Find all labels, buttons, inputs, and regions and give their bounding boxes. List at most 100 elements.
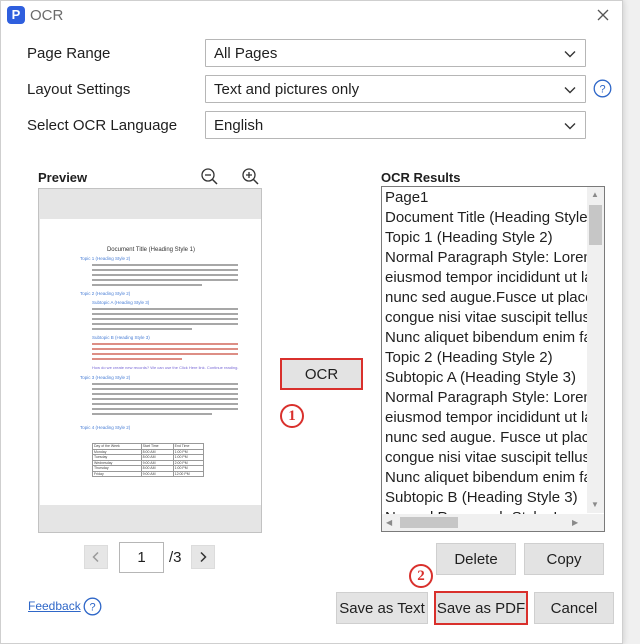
save-as-text-button[interactable]: Save as Text	[336, 592, 428, 624]
table-cell: 9:00 AM	[140, 470, 174, 477]
preview-text-line	[92, 388, 238, 390]
preview-text-line	[92, 393, 238, 395]
copy-button[interactable]: Copy	[524, 543, 604, 575]
preview-heading: Subtopic B (Heading Style 3)	[92, 335, 150, 340]
preview-heading: Subtopic A (Heading Style 3)	[92, 300, 150, 305]
preview-text-line	[92, 284, 202, 286]
preview-text-line	[92, 403, 238, 405]
ocr-result-line: Page1	[385, 189, 429, 206]
zoom-out-icon[interactable]	[200, 167, 219, 186]
window-title: OCR	[30, 7, 64, 24]
preview-schedule-table: Day of the Week Start Time End Time Mond…	[92, 443, 205, 477]
preview-link-line: How do we create new records? We can use…	[92, 365, 239, 370]
title-bar: P OCR	[1, 1, 622, 31]
preview-text-line	[92, 279, 238, 281]
close-button[interactable]	[592, 4, 614, 26]
previous-page-button[interactable]	[84, 545, 108, 569]
ocr-result-line: Nunc aliquet bibendum enim facilisis	[385, 329, 590, 346]
scroll-left-icon[interactable]: ◀	[386, 518, 392, 528]
close-icon	[597, 9, 609, 21]
scroll-corner	[587, 514, 604, 531]
page-range-select[interactable]: All Pages	[205, 39, 586, 67]
horizontal-scroll-thumb[interactable]	[400, 517, 458, 528]
preview-title: Preview	[38, 170, 88, 185]
preview-heading: Topic 4 (Heading Style 2)	[80, 425, 131, 430]
ocr-result-line: Normal Paragraph Style: Lorem ipsum	[385, 249, 590, 266]
ocr-result-line: Nunc aliquet bibendum enim facilisis	[385, 469, 590, 486]
ocr-results-content: Page1 Document Title (Heading Style 1) Top…	[385, 188, 590, 528]
preview-text-line	[92, 328, 192, 330]
step-2-marker: 2	[409, 564, 433, 588]
vertical-scroll-thumb[interactable]	[589, 205, 602, 245]
chevron-right-icon	[200, 551, 207, 563]
table-row: Wednesday 9:00 AM 2:00 PM	[92, 459, 205, 466]
app-logo-icon: P	[7, 6, 25, 24]
layout-settings-label: Layout Settings	[27, 80, 131, 98]
table-row: Friday 9:00 AM 12:00 PM	[92, 470, 205, 477]
ocr-result-line: Normal Paragraph Style: Lorem ipsum	[385, 389, 590, 406]
ocr-result-line: Topic 2 (Heading Style 2)	[385, 349, 553, 366]
preview-text-line	[92, 413, 212, 415]
feedback-link[interactable]: Feedback	[28, 599, 81, 613]
ocr-language-label: Select OCR Language	[27, 116, 178, 134]
background-window-strip	[622, 0, 640, 644]
preview-text-line	[92, 383, 238, 385]
preview-text-line	[92, 264, 238, 266]
preview-panel[interactable]: Document Title (Heading Style 1) Topic 1…	[38, 188, 262, 533]
delete-button[interactable]: Delete	[436, 543, 516, 575]
preview-text-line	[92, 358, 182, 360]
ocr-result-line: Document Title (Heading Style 1)	[385, 209, 590, 226]
chevron-down-icon	[564, 123, 576, 130]
preview-text-line	[92, 353, 238, 355]
preview-text-line	[92, 269, 238, 271]
ocr-language-value: English	[214, 117, 264, 134]
ocr-result-line: congue nisi vitae suscipit tellus mauris	[385, 309, 590, 326]
preview-text-line	[92, 318, 238, 320]
next-page-button[interactable]	[191, 545, 215, 569]
ocr-results-title: OCR Results	[381, 170, 461, 185]
chevron-left-icon	[92, 551, 99, 563]
preview-text-line	[92, 274, 238, 276]
vertical-scrollbar[interactable]: ▲ ▼	[587, 187, 604, 513]
save-as-pdf-button[interactable]: Save as PDF	[434, 591, 528, 625]
svg-text:?: ?	[89, 602, 95, 614]
preview-heading: Topic 1 (Heading Style 2)	[80, 256, 131, 261]
ocr-result-line: congue nisi vitae suscipit tellus mauris	[385, 449, 590, 466]
layout-settings-select[interactable]: Text and pictures only	[205, 75, 586, 103]
help-icon[interactable]: ?	[83, 597, 102, 616]
ocr-button[interactable]: OCR	[280, 358, 363, 390]
horizontal-scrollbar[interactable]: ◀ ▶	[382, 514, 587, 531]
page-range-label: Page Range	[27, 44, 111, 62]
scroll-right-icon[interactable]: ▶	[572, 518, 578, 528]
ocr-results-textarea[interactable]: Page1 Document Title (Heading Style 1) Top…	[381, 186, 605, 532]
ocr-result-line: Subtopic A (Heading Style 3)	[385, 369, 576, 386]
ocr-dialog: P OCR Page Range All Pages Layout Settin…	[0, 0, 623, 644]
table-header-row: Day of the Week Start Time End Time	[92, 443, 205, 450]
ocr-language-select[interactable]: English	[205, 111, 586, 139]
zoom-in-icon[interactable]	[241, 167, 260, 186]
preview-heading: Topic 2 (Heading Style 2)	[80, 291, 131, 296]
chevron-down-icon	[564, 87, 576, 94]
ocr-result-line: Subtopic B (Heading Style 3)	[385, 489, 578, 506]
ocr-result-line: Topic 1 (Heading Style 2)	[385, 229, 553, 246]
layout-settings-value: Text and pictures only	[214, 81, 360, 98]
preview-text-line	[92, 308, 238, 310]
help-icon[interactable]: ?	[593, 79, 612, 98]
cancel-button[interactable]: Cancel	[534, 592, 614, 624]
preview-text-line	[92, 348, 238, 350]
preview-text-line	[92, 408, 238, 410]
preview-text-line	[92, 398, 238, 400]
svg-text:?: ?	[599, 84, 605, 96]
ocr-result-line: eiusmod tempor incididunt ut labore	[385, 269, 590, 286]
preview-page-thumbnail: Document Title (Heading Style 1) Topic 1…	[40, 219, 261, 505]
scroll-up-icon[interactable]: ▲	[591, 190, 599, 200]
table-cell: Friday	[92, 470, 142, 477]
ocr-result-line: nunc sed augue.Fusce ut placerat orci	[385, 289, 590, 306]
scroll-down-icon[interactable]: ▼	[591, 500, 599, 510]
step-1-marker: 1	[280, 404, 304, 428]
ocr-result-line: nunc sed augue. Fusce ut placerat orci	[385, 429, 590, 446]
preview-heading: Topic 3 (Heading Style 2)	[80, 375, 131, 380]
ocr-result-line: eiusmod tempor incididunt ut labore	[385, 409, 590, 426]
page-total: /3	[169, 549, 182, 566]
page-number-input[interactable]: 1	[119, 542, 164, 573]
